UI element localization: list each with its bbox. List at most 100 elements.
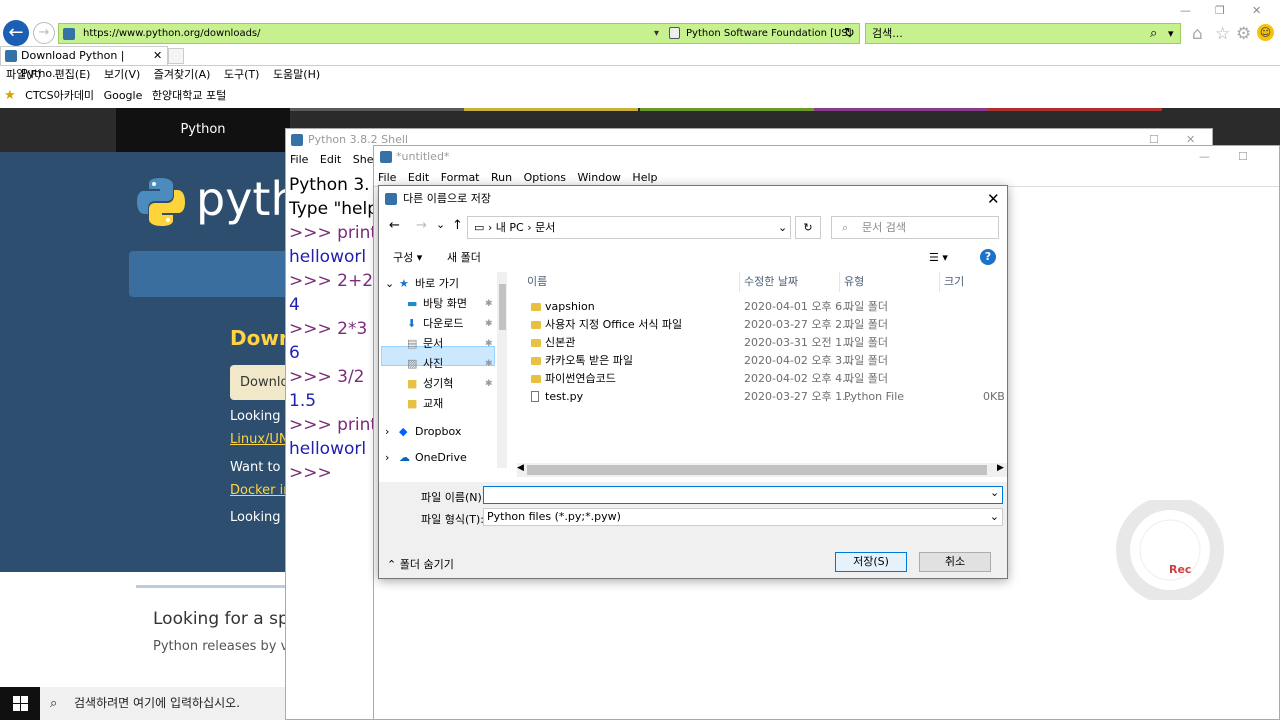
breadcrumb[interactable]: ▭ › 내 PC › 문서 ⌄ — [467, 216, 791, 239]
scroll-thumb[interactable] — [499, 284, 506, 330]
menu-file[interactable]: File — [290, 153, 308, 166]
nav-python[interactable]: Python — [116, 108, 290, 152]
tree-item[interactable]: ⬇ 다운로드 ✱ — [379, 314, 495, 334]
menu-help[interactable]: Help — [632, 171, 657, 184]
pin-icon[interactable]: ✱ — [485, 314, 493, 334]
file-row[interactable]: 신본관 2020-03-31 오전 1... 파일 폴더 — [517, 334, 1003, 352]
refresh-icon[interactable]: ↻ — [844, 24, 855, 43]
docker-link[interactable]: Docker in — [230, 483, 292, 498]
menu-options[interactable]: Options — [524, 171, 566, 184]
scroll-right-icon[interactable]: ▶ — [997, 463, 1004, 473]
column-type[interactable]: 유형 — [839, 272, 864, 292]
hide-folders-toggle[interactable]: ⌃ 폴더 숨기기 — [387, 556, 454, 572]
forward-arrow-icon[interactable]: → — [416, 218, 427, 233]
dialog-titlebar[interactable]: 다른 이름으로 저장 ✕ — [379, 186, 1007, 212]
column-name[interactable]: 이름 — [517, 272, 547, 292]
windows-start-icon[interactable] — [13, 696, 28, 711]
expand-chevron-icon[interactable]: › — [385, 448, 389, 468]
python-logo-icon[interactable] — [135, 176, 187, 228]
file-row[interactable]: vapshion 2020-04-01 오후 6... 파일 폴더 — [517, 298, 1003, 316]
expand-chevron-icon[interactable]: ⌄ — [385, 274, 394, 294]
close-button[interactable]: ✕ — [1252, 4, 1261, 17]
search-dropdown-icon[interactable]: ▾ — [1168, 24, 1174, 43]
favorite-link[interactable]: Google — [104, 89, 143, 102]
favorites-star-icon[interactable]: ★ — [4, 88, 16, 103]
menu-edit[interactable]: 편집(E) — [55, 68, 91, 81]
file-row[interactable]: 파이썬연습코드 2020-04-02 오후 4... 파일 폴더 — [517, 370, 1003, 388]
feedback-smile-icon[interactable]: ☺ — [1257, 24, 1274, 41]
help-icon[interactable]: ? — [980, 249, 996, 265]
address-bar[interactable]: https://www.python.org/downloads/ ▾ Pyth… — [58, 23, 860, 44]
menu-edit[interactable]: Edit — [320, 153, 341, 166]
organize-button[interactable]: 구성 ▾ — [393, 244, 422, 272]
horizontal-scrollbar[interactable]: ◀ ▶ — [517, 463, 1007, 477]
editor-titlebar[interactable]: *untitled* — ☐ — [374, 146, 1279, 168]
menu-file[interactable]: File — [378, 171, 396, 184]
scroll-thumb[interactable] — [527, 465, 987, 475]
forward-button[interactable]: → — [33, 22, 55, 44]
up-arrow-icon[interactable]: ↑ — [452, 218, 463, 233]
pin-icon[interactable]: ✱ — [485, 354, 493, 374]
back-button[interactable]: ← — [3, 20, 29, 46]
tree-item[interactable]: › ◆ Dropbox — [379, 422, 495, 442]
favorite-link[interactable]: 한양대학교 포털 — [152, 89, 226, 102]
gear-icon[interactable]: ⚙ — [1236, 24, 1251, 44]
filetype-select[interactable]: Python files (*.py;*.pyw) ⌄ — [483, 508, 1003, 526]
tree-item[interactable]: ■ 성기혁 ✱ — [379, 374, 495, 394]
menu-window[interactable]: Window — [578, 171, 621, 184]
pin-icon[interactable]: ✱ — [485, 374, 493, 394]
menu-view[interactable]: 보기(V) — [104, 68, 140, 81]
new-folder-button[interactable]: 새 폴더 — [447, 244, 481, 272]
favorites-star-icon[interactable]: ☆ — [1215, 24, 1230, 44]
filename-input[interactable] — [483, 486, 1003, 504]
browser-search-input[interactable]: 검색... ⌕ ▾ — [865, 23, 1181, 44]
column-size[interactable]: 크기 — [939, 272, 1005, 292]
new-tab-button[interactable] — [168, 48, 184, 64]
close-button[interactable]: ✕ — [987, 186, 1000, 212]
tree-scrollbar[interactable] — [497, 272, 507, 468]
browser-tab[interactable]: Download Python | Pytho... ✕ — [0, 46, 168, 80]
filename-dropdown-icon[interactable]: ⌄ — [990, 486, 999, 499]
maximize-button[interactable]: ❐ — [1215, 4, 1225, 17]
menu-file[interactable]: 파일(F) — [6, 68, 41, 81]
linux-link[interactable]: Linux/UN — [230, 432, 289, 447]
back-arrow-icon[interactable]: ← — [389, 218, 400, 233]
home-icon[interactable]: ⌂ — [1192, 24, 1203, 44]
file-row[interactable]: 카카오톡 받은 파일 2020-04-02 오후 3... 파일 폴더 — [517, 352, 1003, 370]
recent-dropdown-icon[interactable]: ⌄ — [436, 218, 445, 231]
file-row[interactable]: test.py 2020-03-27 오후 1... Python File 0KB — [517, 388, 1005, 406]
menu-run[interactable]: Run — [491, 171, 512, 184]
breadcrumb-item[interactable]: 내 PC — [496, 221, 524, 234]
minimize-button[interactable]: — — [1199, 146, 1210, 168]
tree-item[interactable]: ▨ 사진 ✱ — [379, 354, 495, 374]
filetype-dropdown-icon[interactable]: ⌄ — [990, 509, 999, 525]
folder-search-input[interactable]: ⌕ 문서 검색 — [831, 216, 999, 239]
view-options-icon[interactable]: ☰ ▾ — [929, 244, 948, 272]
expand-chevron-icon[interactable]: › — [385, 422, 389, 442]
taskbar-search-input[interactable]: ⌕ 검색하려면 여기에 입력하십시오. — [40, 687, 285, 720]
menu-tools[interactable]: 도구(T) — [224, 68, 260, 81]
tree-item[interactable]: ▬ 바탕 화면 ✱ — [379, 294, 495, 314]
record-button[interactable]: Rec — [1169, 563, 1191, 576]
cancel-button[interactable]: 취소 — [919, 552, 991, 572]
path-dropdown-icon[interactable]: ⌄ — [778, 217, 787, 238]
breadcrumb-item[interactable]: 문서 — [535, 221, 555, 234]
tree-item[interactable]: ⌄ ★ 바로 가기 — [379, 274, 495, 294]
menu-edit[interactable]: Edit — [408, 171, 429, 184]
tree-item[interactable]: ■ 교재 — [379, 394, 495, 414]
save-button[interactable]: 저장(S) — [835, 552, 907, 572]
scroll-left-icon[interactable]: ◀ — [517, 463, 524, 473]
column-date[interactable]: 수정한 날짜 — [739, 272, 798, 292]
pin-icon[interactable]: ✱ — [485, 334, 493, 354]
maximize-button[interactable]: ☐ — [1238, 146, 1248, 168]
favorite-link[interactable]: CTCS아카데미 — [25, 89, 94, 102]
pin-icon[interactable]: ✱ — [485, 294, 493, 314]
search-icon[interactable]: ⌕ — [1150, 24, 1157, 43]
site-identity[interactable]: Python Software Foundation [US] — [686, 24, 852, 43]
minimize-button[interactable]: — — [1180, 4, 1191, 17]
menu-help[interactable]: 도움말(H) — [273, 68, 320, 81]
tree-item[interactable]: › ☁ OneDrive — [379, 448, 495, 468]
address-dropdown-icon[interactable]: ▾ — [654, 24, 659, 43]
tab-close-icon[interactable]: ✕ — [153, 47, 162, 65]
file-row[interactable]: 사용자 지정 Office 서식 파일 2020-03-27 오후 2... 파일 … — [517, 316, 1003, 334]
